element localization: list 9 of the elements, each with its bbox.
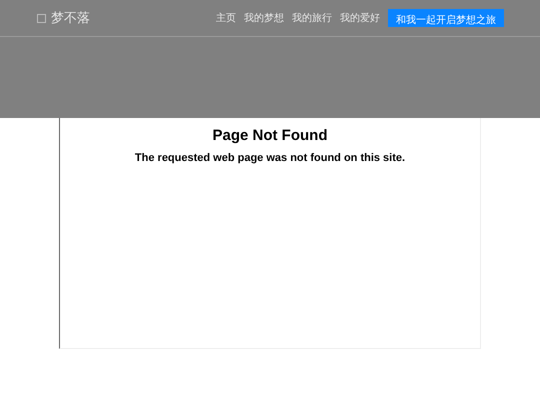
nav-link[interactable]: 我的爱好 — [340, 11, 380, 25]
site-title[interactable]: 梦不落 — [51, 9, 90, 27]
nav-link[interactable]: 我的梦想 — [244, 11, 284, 25]
square-icon — [37, 14, 46, 22]
nav-link[interactable]: 我的旅行 — [292, 11, 332, 25]
page-heading: Page Not Found — [212, 127, 328, 144]
cta-button[interactable]: 和我一起开启梦想之旅 — [388, 9, 504, 27]
error-message: The requested web page was not found on this site. — [134, 152, 406, 164]
nav-link[interactable]: 主页 — [216, 11, 236, 25]
